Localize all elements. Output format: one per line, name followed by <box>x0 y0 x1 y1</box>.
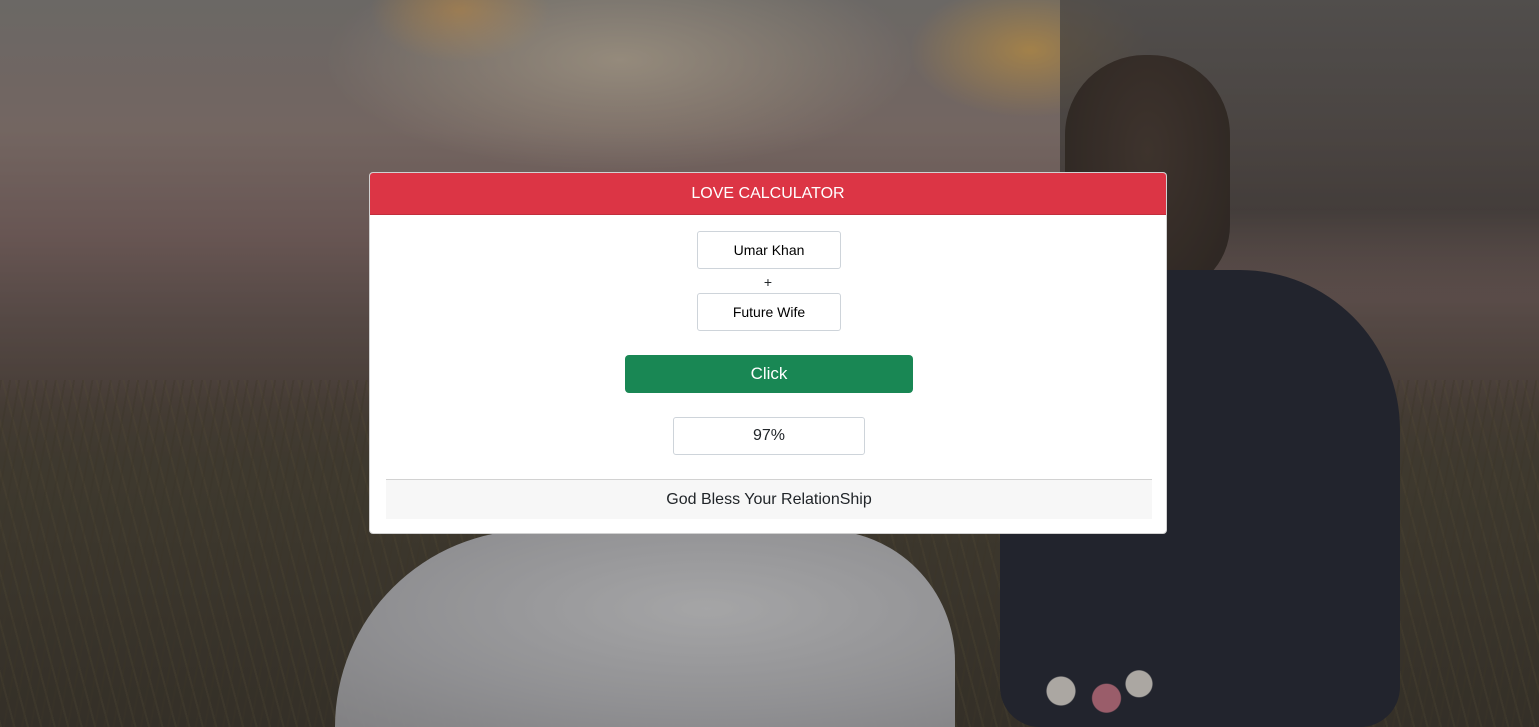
plus-separator: + <box>763 274 773 290</box>
card-title: LOVE CALCULATOR <box>370 173 1166 215</box>
result-percentage-field <box>673 417 865 455</box>
second-name-input[interactable] <box>697 293 841 331</box>
footer-message: God Bless Your RelationShip <box>386 479 1152 519</box>
love-calculator-card: LOVE CALCULATOR + Click God Bless Your R… <box>369 172 1167 534</box>
first-name-input[interactable] <box>697 231 841 269</box>
calculate-button[interactable]: Click <box>625 355 913 393</box>
card-body: + Click God Bless Your RelationShip <box>370 215 1166 533</box>
